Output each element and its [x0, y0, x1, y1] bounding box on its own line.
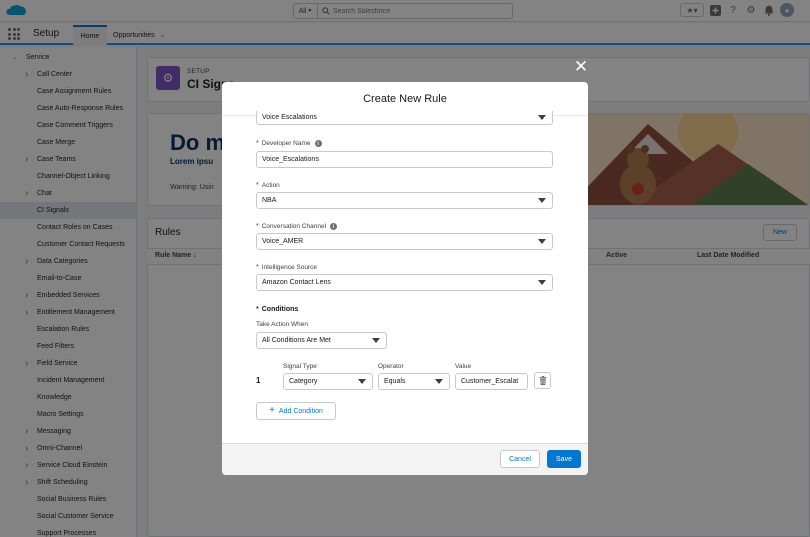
cancel-button[interactable]: Cancel — [500, 450, 540, 468]
add-condition-button[interactable]: + Add Condition — [256, 402, 336, 420]
trash-icon — [539, 376, 546, 385]
chevron-down-icon — [538, 115, 546, 120]
operator-column-label: Operator — [378, 363, 404, 370]
conditions-label: Conditions — [261, 306, 299, 313]
value-column-label: Value — [455, 363, 472, 370]
developer-name-label-row: * Developer Name i — [256, 140, 322, 147]
conversation-channel-label: Conversation Channel — [261, 223, 327, 230]
signal-type-select[interactable]: Category — [283, 373, 373, 390]
intelligence-source-value: Amazon Contact Lens — [262, 279, 331, 286]
conversation-channel-select[interactable]: Voice_AMER — [256, 233, 553, 250]
info-icon[interactable]: i — [314, 140, 322, 147]
info-icon[interactable]: i — [330, 223, 338, 230]
save-button[interactable]: Save — [547, 450, 581, 468]
required-asterisk: * — [256, 306, 259, 313]
action-value: NBA — [262, 197, 277, 204]
intelligence-source-select[interactable]: Amazon Contact Lens — [256, 274, 553, 291]
condition-row-number: 1 — [256, 376, 261, 385]
take-action-select[interactable]: All Conditions Are Met — [256, 332, 387, 349]
required-asterisk: * — [256, 140, 259, 147]
developer-name-input[interactable]: Voice_Escalations — [256, 151, 553, 168]
rule-name-value: Voice Escalations — [262, 114, 317, 121]
developer-name-value: Voice_Escalations — [262, 156, 319, 163]
conversation-channel-value: Voice_AMER — [262, 238, 304, 245]
chevron-down-icon — [538, 280, 546, 285]
create-rule-modal: Create New Rule Voice Escalations * Deve… — [222, 82, 588, 475]
operator-value: Equals — [384, 378, 406, 385]
action-select[interactable]: NBA — [256, 192, 553, 209]
close-icon[interactable]: ✕ — [572, 58, 590, 76]
take-action-label: Take Action When — [256, 321, 309, 328]
rule-name-select[interactable]: Voice Escalations — [256, 111, 553, 125]
condition-value-input[interactable]: Customer_Escalat — [455, 373, 528, 390]
chevron-down-icon — [372, 338, 380, 343]
intelligence-source-label-row: * Intelligence Source — [256, 264, 317, 271]
signal-type-column-label: Signal Type — [283, 363, 317, 370]
conditions-heading: * Conditions — [256, 306, 298, 313]
conversation-channel-label-row: * Conversation Channel i — [256, 223, 338, 230]
action-label-row: * Action — [256, 182, 280, 189]
developer-name-label: Developer Name — [261, 140, 311, 147]
take-action-value: All Conditions Are Met — [262, 337, 331, 344]
intelligence-source-label: Intelligence Source — [261, 264, 318, 271]
add-condition-label: Add Condition — [278, 407, 323, 415]
chevron-down-icon — [538, 198, 546, 203]
delete-condition-button[interactable] — [534, 372, 551, 389]
plus-icon: + — [269, 405, 275, 416]
operator-select[interactable]: Equals — [378, 373, 450, 390]
required-asterisk: * — [256, 264, 259, 271]
action-label: Action — [261, 182, 280, 189]
required-asterisk: * — [256, 223, 259, 230]
signal-type-value: Category — [289, 378, 318, 385]
required-asterisk: * — [256, 182, 259, 189]
chevron-down-icon — [358, 379, 366, 384]
condition-value: Customer_Escalat — [461, 378, 519, 385]
chevron-down-icon — [435, 379, 443, 384]
chevron-down-icon — [538, 239, 546, 244]
